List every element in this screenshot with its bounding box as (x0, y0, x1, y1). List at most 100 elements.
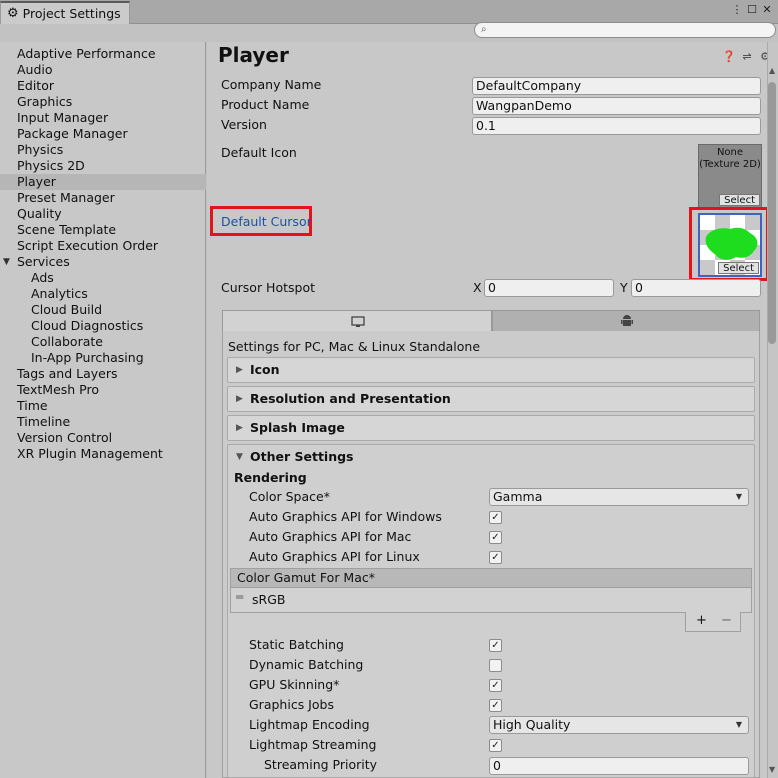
sidebar-item-time[interactable]: Time (0, 398, 206, 414)
lightmap-encoding-dropdown[interactable]: High Quality ▼ (489, 716, 749, 734)
scrollbar-thumb[interactable] (768, 82, 776, 344)
sidebar-item-input-manager[interactable]: Input Manager (0, 110, 206, 126)
scroll-down-icon[interactable]: ▼ (769, 765, 775, 774)
api-mac-checkbox[interactable]: ✓ (489, 531, 502, 544)
api-linux-label: Auto Graphics API for Linux (249, 549, 420, 564)
more-options-icon[interactable]: ⋮ (730, 3, 744, 17)
sidebar-item-editor[interactable]: Editor (0, 78, 206, 94)
product-name-label: Product Name (221, 97, 310, 112)
color-space-dropdown[interactable]: Gamma ▼ (489, 488, 749, 506)
graphics-jobs-label: Graphics Jobs (249, 697, 334, 712)
sidebar-item-physics[interactable]: Physics (0, 142, 206, 158)
default-icon-slot[interactable]: None (Texture 2D) Select (698, 144, 762, 208)
sidebar-item-player[interactable]: Player (0, 174, 206, 190)
version-field[interactable]: 0.1 (472, 117, 761, 135)
static-batching-checkbox[interactable]: ✓ (489, 639, 502, 652)
maximize-icon[interactable]: ☐ (745, 3, 759, 17)
sidebar-item-physics-2d[interactable]: Physics 2D (0, 158, 206, 174)
sidebar-item-timeline[interactable]: Timeline (0, 414, 206, 430)
lightmap-streaming-label: Lightmap Streaming (249, 737, 377, 752)
api-linux-checkbox[interactable]: ✓ (489, 551, 502, 564)
api-windows-label: Auto Graphics API for Windows (249, 509, 442, 524)
dynamic-batching-checkbox[interactable] (489, 659, 502, 672)
list-controls: + − (685, 612, 741, 632)
hotspot-x-label: X (473, 280, 482, 295)
sidebar-item-analytics[interactable]: Analytics (0, 286, 206, 302)
sidebar-item-graphics[interactable]: Graphics (0, 94, 206, 110)
sidebar-item-adaptive-performance[interactable]: Adaptive Performance (0, 46, 206, 62)
default-cursor-slot[interactable]: Select (698, 213, 762, 277)
company-name-label: Company Name (221, 77, 322, 92)
sidebar-item-preset-manager[interactable]: Preset Manager (0, 190, 206, 206)
settings-sidebar: Adaptive Performance Audio Editor Graphi… (0, 42, 206, 778)
streaming-priority-field[interactable]: 0 (489, 757, 749, 775)
chevron-down-icon[interactable]: ▼ (3, 254, 10, 270)
foldout-icon[interactable]: ▶ Icon (227, 357, 755, 383)
chevron-down-icon: ▼ (236, 452, 243, 462)
sidebar-item-services[interactable]: ▼ Services (0, 254, 206, 270)
api-windows-checkbox[interactable]: ✓ (489, 511, 502, 524)
rendering-heading: Rendering (234, 470, 307, 485)
api-mac-label: Auto Graphics API for Mac (249, 529, 412, 544)
platform-settings-heading: Settings for PC, Mac & Linux Standalone (228, 339, 481, 354)
tab-title: Project Settings (22, 6, 121, 21)
static-batching-label: Static Batching (249, 637, 344, 652)
tab-android[interactable] (492, 310, 760, 332)
gpu-skinning-checkbox[interactable]: ✓ (489, 679, 502, 692)
project-settings-tab[interactable]: ⚙ Project Settings (0, 1, 130, 24)
android-icon (621, 315, 633, 326)
sidebar-item-version-control[interactable]: Version Control (0, 430, 206, 446)
page-title: Player (218, 43, 289, 67)
sidebar-item-collaborate[interactable]: Collaborate (0, 334, 206, 350)
sidebar-item-textmesh-pro[interactable]: TextMesh Pro (0, 382, 206, 398)
search-input[interactable]: ⌕ (474, 22, 776, 38)
hotspot-y-label: Y (620, 280, 628, 295)
sidebar-item-package-manager[interactable]: Package Manager (0, 126, 206, 142)
foldout-resolution-and-presentation[interactable]: ▶ Resolution and Presentation (227, 386, 755, 412)
default-icon-select-button[interactable]: Select (719, 194, 760, 206)
hotspot-y-field[interactable]: 0 (631, 279, 761, 297)
dynamic-batching-label: Dynamic Batching (249, 657, 364, 672)
sidebar-item-cloud-diagnostics[interactable]: Cloud Diagnostics (0, 318, 206, 334)
sidebar-item-xr-plugin-management[interactable]: XR Plugin Management (0, 446, 206, 462)
sidebar-item-tags-and-layers[interactable]: Tags and Layers (0, 366, 206, 382)
default-cursor-select-button[interactable]: Select (718, 262, 759, 274)
drag-handle-icon[interactable]: ═ (236, 590, 243, 604)
color-gamut-list: ═ sRGB (230, 588, 752, 613)
sidebar-item-quality[interactable]: Quality (0, 206, 206, 222)
foldout-splash-image[interactable]: ▶ Splash Image (227, 415, 755, 441)
sidebar-item-script-execution-order[interactable]: Script Execution Order (0, 238, 206, 254)
lightmap-streaming-checkbox[interactable]: ✓ (489, 739, 502, 752)
hotspot-x-field[interactable]: 0 (484, 279, 614, 297)
chevron-right-icon: ▶ (236, 423, 243, 433)
graphics-jobs-checkbox[interactable]: ✓ (489, 699, 502, 712)
close-icon[interactable]: ✕ (760, 3, 774, 17)
chevron-right-icon: ▶ (236, 365, 243, 375)
sliders-icon[interactable]: ⇌ (740, 50, 754, 63)
gear-icon: ⚙ (7, 6, 19, 21)
version-label: Version (221, 117, 267, 132)
default-icon-label: Default Icon (221, 145, 297, 160)
color-gamut-header: Color Gamut For Mac* (230, 568, 752, 588)
company-name-field[interactable]: DefaultCompany (472, 77, 761, 95)
help-icon[interactable]: ❓ (722, 50, 736, 63)
tab-pc-standalone[interactable] (222, 310, 492, 332)
lightmap-encoding-label: Lightmap Encoding (249, 717, 370, 732)
product-name-field[interactable]: WangpanDemo (472, 97, 761, 115)
add-item-button[interactable]: + (696, 612, 707, 630)
color-gamut-item[interactable]: sRGB (252, 592, 285, 607)
sidebar-item-scene-template[interactable]: Scene Template (0, 222, 206, 238)
default-icon-slot-text: None (Texture 2D) (699, 147, 761, 170)
streaming-priority-label: Streaming Priority (264, 757, 378, 772)
search-icon: ⌕ (481, 24, 487, 35)
remove-item-button[interactable]: − (721, 612, 732, 630)
color-space-label: Color Space* (249, 489, 330, 504)
gpu-skinning-label: GPU Skinning* (249, 677, 340, 692)
sidebar-item-cloud-build[interactable]: Cloud Build (0, 302, 206, 318)
sidebar-item-in-app-purchasing[interactable]: In-App Purchasing (0, 350, 206, 366)
default-cursor-label: Default Cursor (221, 214, 312, 229)
scroll-up-icon[interactable]: ▲ (769, 66, 775, 75)
sidebar-item-ads[interactable]: Ads (0, 270, 206, 286)
sidebar-item-audio[interactable]: Audio (0, 62, 206, 78)
dropdown-arrow-icon: ▼ (735, 720, 742, 729)
